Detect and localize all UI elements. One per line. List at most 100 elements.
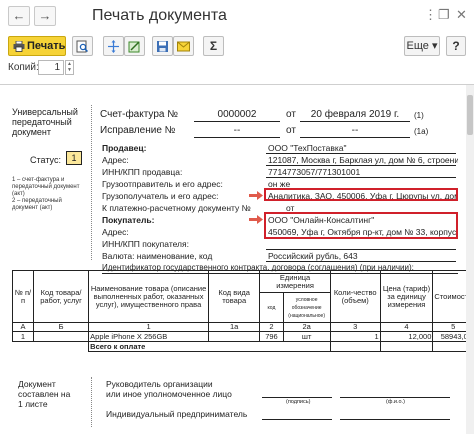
invoice-idx: (1) bbox=[414, 111, 424, 120]
window-title: Печать документа bbox=[92, 7, 227, 24]
col-header-kind: Код вида товара bbox=[207, 270, 261, 323]
total-label: Всего к оплате bbox=[88, 341, 331, 352]
buyer-inn-underline bbox=[266, 249, 456, 250]
arrow-right-icon bbox=[249, 215, 263, 224]
close-icon[interactable]: ✕ bbox=[456, 7, 467, 23]
currency-label: Валюта: наименование, код bbox=[102, 251, 213, 261]
preview-button[interactable] bbox=[72, 36, 93, 56]
doc-type-line-2: передаточный bbox=[12, 117, 72, 127]
correction-label: Исправление № bbox=[100, 125, 176, 136]
edit-button[interactable] bbox=[124, 36, 145, 56]
total-qty bbox=[329, 341, 381, 352]
correction-from-label: от bbox=[286, 125, 296, 136]
stepper-down-icon[interactable]: ▼ bbox=[66, 67, 73, 73]
invoice-from-label: от bbox=[286, 109, 296, 120]
seller-address-label: Адрес: bbox=[102, 155, 129, 165]
currency-value: Российский рубль, 643 bbox=[268, 251, 358, 261]
invoice-number: 0000002 bbox=[217, 109, 257, 120]
status-value: 1 bbox=[66, 151, 82, 165]
cell-code bbox=[32, 331, 90, 342]
save-button[interactable] bbox=[152, 36, 173, 56]
consignee-label: Грузополучатель и его адрес: bbox=[102, 191, 219, 201]
currency-underline bbox=[266, 261, 456, 262]
col-header-n: № п/п bbox=[12, 270, 34, 323]
arrow-left-icon: ← bbox=[12, 8, 26, 23]
col-num: 3 bbox=[329, 322, 381, 332]
col-num: 2а bbox=[282, 322, 331, 332]
cell-price: 12,000 bbox=[379, 331, 434, 342]
ip-fio-line bbox=[340, 419, 450, 420]
col-header-code: Код товара/ работ, услуг bbox=[32, 270, 90, 323]
cell-name: Apple iPhone X 256GB bbox=[88, 331, 209, 342]
restore-icon[interactable]: ❐ bbox=[438, 7, 450, 23]
doc-type-line-3: документ bbox=[12, 127, 51, 137]
seller-address-value: 121087, Москва г, Барклая ул, дом № 6, с… bbox=[268, 155, 458, 165]
seller-label: Продавец: bbox=[102, 143, 147, 153]
print-button[interactable]: Печать bbox=[8, 36, 66, 56]
fio-caption: (ф.и.о.) bbox=[386, 399, 405, 405]
total-spacer bbox=[12, 341, 90, 352]
footer-doc-line-2: составлен на bbox=[18, 389, 71, 399]
status-label: Статус: bbox=[30, 155, 61, 165]
total-price bbox=[379, 341, 434, 352]
envelope-icon bbox=[177, 41, 190, 51]
help-icon: ? bbox=[452, 39, 460, 53]
col-header-price: Цена (тариф) за единицу измерения bbox=[379, 270, 434, 323]
edit-icon bbox=[128, 40, 140, 52]
col-num: 4 bbox=[379, 322, 434, 332]
goods-table: № п/п Код товара/ работ, услуг Наименова… bbox=[12, 270, 474, 352]
email-button[interactable] bbox=[173, 36, 194, 56]
col-header-unit-name: условное обозначение (национальное) bbox=[282, 292, 331, 323]
payment-doc-label: К платежно-расчетному документу № bbox=[102, 203, 251, 213]
more-button[interactable]: Еще ▾ bbox=[404, 36, 440, 56]
preview-icon bbox=[76, 40, 89, 52]
buyer-address-label: Адрес: bbox=[102, 227, 129, 237]
move-button[interactable] bbox=[103, 36, 124, 56]
correction-date: -- bbox=[351, 125, 359, 136]
ip-label: Индивидуальный предприниматель bbox=[106, 409, 248, 419]
document-preview[interactable]: Универсальный передаточный документ Стат… bbox=[0, 84, 474, 434]
footer-divider bbox=[91, 377, 92, 427]
cell-unit-code: 796 bbox=[259, 331, 284, 342]
cell-n: 1 bbox=[12, 331, 34, 342]
col-num: А bbox=[12, 322, 34, 332]
copies-label: Копий: bbox=[8, 62, 39, 73]
sum-button[interactable]: Σ bbox=[203, 36, 224, 56]
cell-kind bbox=[207, 331, 261, 342]
invoice-document: Универсальный передаточный документ Стат… bbox=[0, 85, 474, 434]
status-note: 1 – счет-фактура и передаточный документ… bbox=[12, 177, 80, 211]
doc-type-line-1: Универсальный bbox=[12, 107, 78, 117]
cell-qty: 1 bbox=[329, 331, 381, 342]
forward-button[interactable]: → bbox=[34, 6, 56, 26]
copies-stepper[interactable]: ▲ ▼ bbox=[65, 60, 74, 75]
col-header-unit-code: код bbox=[259, 292, 284, 323]
more-button-label: Еще bbox=[406, 40, 429, 52]
chevron-down-icon: ▾ bbox=[431, 40, 438, 52]
total-row: Всего к оплате bbox=[12, 341, 474, 352]
move-icon bbox=[108, 39, 119, 53]
printer-icon bbox=[13, 41, 25, 52]
invoice-number-underline bbox=[194, 121, 280, 122]
copies-input[interactable]: 1 bbox=[38, 60, 64, 75]
correction-date-underline bbox=[300, 137, 410, 138]
vertical-dots-icon[interactable]: ⋮ bbox=[424, 7, 437, 23]
toolbar: Печать Σ Еще ▾ ? bbox=[0, 34, 474, 60]
help-button[interactable]: ? bbox=[446, 36, 466, 56]
col-num: Б bbox=[32, 322, 90, 332]
seller-inn-value: 7714773057/771301001 bbox=[268, 167, 361, 177]
scrollbar-thumb[interactable] bbox=[467, 95, 473, 135]
back-button[interactable]: ← bbox=[8, 6, 30, 26]
head-sign-line bbox=[262, 397, 332, 398]
correction-number: -- bbox=[233, 125, 241, 136]
sign-caption: (подпись) bbox=[286, 399, 311, 405]
sum-icon: Σ bbox=[209, 39, 218, 53]
invoice-date: 20 февраля 2019 г. bbox=[310, 109, 400, 120]
buyer-inn-label: ИНН/КПП покупателя: bbox=[102, 239, 189, 249]
footer-doc-line-1: Документ bbox=[18, 379, 56, 389]
invoice-label: Счет-фактура № bbox=[100, 109, 178, 120]
print-button-label: Печать bbox=[27, 40, 66, 52]
vertical-scrollbar[interactable] bbox=[466, 85, 474, 434]
ip-sign-line bbox=[262, 419, 332, 420]
save-icon bbox=[157, 40, 168, 52]
head-label: Руководитель организации bbox=[106, 379, 213, 389]
